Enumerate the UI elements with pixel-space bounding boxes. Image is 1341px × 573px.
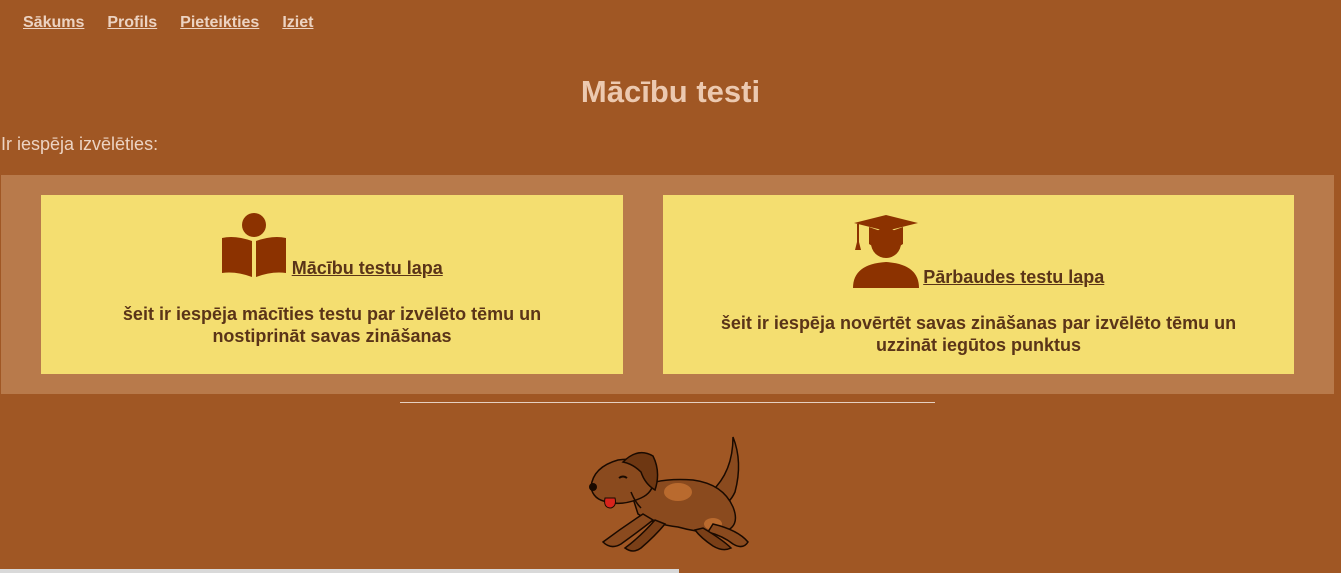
nav-link-home[interactable]: Sākums: [23, 14, 84, 32]
options-panel: Mācību testu lapa šeit ir iespēja mācīti…: [1, 175, 1334, 394]
page-title: Mācību testi: [580, 74, 761, 109]
exam-tests-link[interactable]: Pārbaudes testu lapa: [923, 267, 1104, 287]
nav-link-login[interactable]: Pieteikties: [180, 14, 259, 32]
intro-text: Ir iespēja izvēlēties:: [1, 134, 159, 154]
running-dog-image: [589, 436, 749, 552]
nav-link-profile[interactable]: Profils: [107, 14, 157, 32]
exam-card-heading: Pārbaudes testu lapa: [663, 214, 1294, 288]
exam-tests-card: Pārbaudes testu lapa šeit ir iespēja nov…: [663, 195, 1294, 374]
learning-tests-link[interactable]: Mācību testu lapa: [292, 258, 443, 278]
graduate-cap-icon: [852, 215, 919, 288]
reading-book-icon: [222, 213, 287, 277]
learning-card-heading: Mācību testu lapa: [41, 213, 623, 279]
learning-tests-card: Mācību testu lapa šeit ir iespēja mācīti…: [41, 195, 623, 374]
learning-card-description: šeit ir iespēja mācīties testu par izvēl…: [122, 304, 542, 346]
nav-link-logout[interactable]: Iziet: [282, 14, 313, 32]
top-nav: Sākums Profils Pieteikties Iziet: [23, 14, 313, 32]
divider-line: [400, 402, 935, 403]
exam-card-description: šeit ir iespēja novērtēt savas zināšanas…: [720, 313, 1237, 355]
horizontal-scrollbar[interactable]: [0, 569, 679, 573]
